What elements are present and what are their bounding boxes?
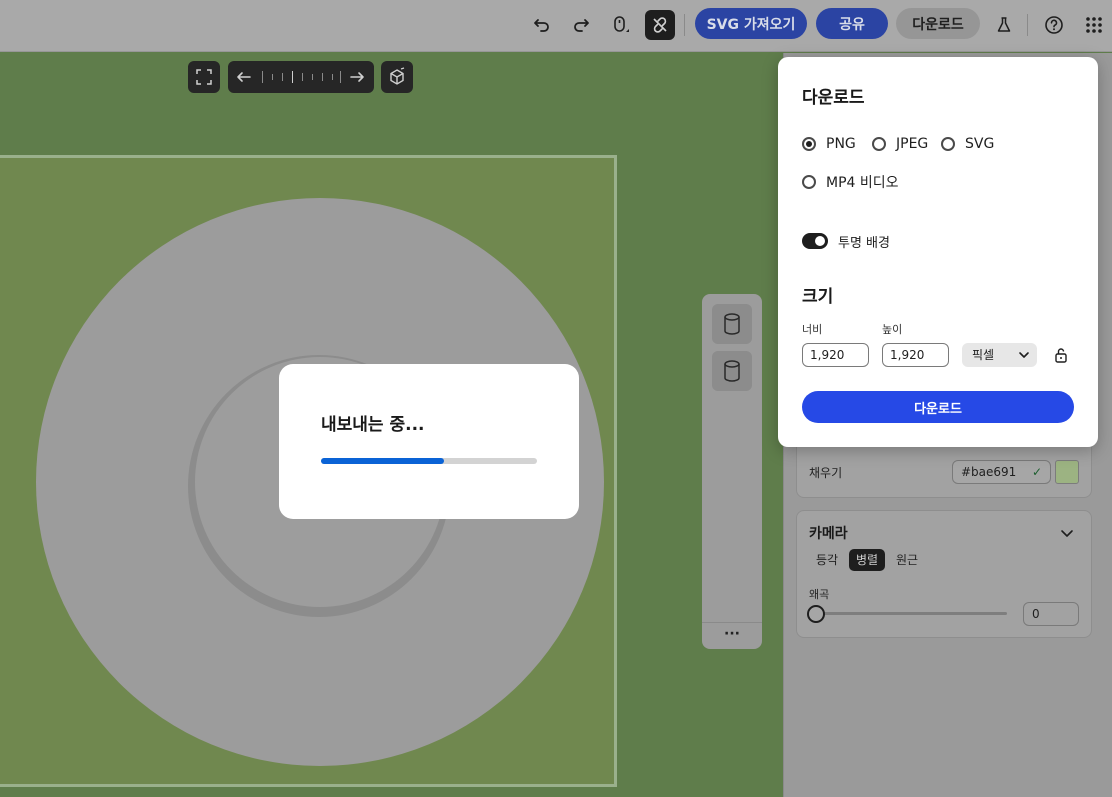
height-input[interactable]: 1,920 — [882, 343, 949, 367]
mouse-icon[interactable] — [605, 10, 635, 40]
unit-select[interactable]: 픽셀 — [962, 343, 1037, 367]
export-title: 내보내는 중... — [321, 415, 425, 435]
export-progress-bar — [321, 458, 537, 464]
import-svg-button[interactable]: SVG 가져오기 — [695, 8, 807, 39]
download-popover-title: 다운로드 — [802, 88, 865, 108]
apps-grid-icon[interactable] — [1079, 10, 1109, 40]
arrow-right-icon[interactable] — [348, 68, 366, 86]
size-title: 크기 — [802, 287, 834, 307]
help-icon[interactable] — [1039, 10, 1069, 40]
top-toolbar: SVG 가져오기 공유 다운로드 — [0, 0, 1112, 52]
radio-icon[interactable] — [802, 175, 816, 189]
radio-icon[interactable] — [872, 137, 886, 151]
toolbar-divider — [684, 14, 685, 36]
format-option-mp4[interactable]: MP4 비디오 — [802, 172, 899, 192]
flask-icon[interactable] — [989, 10, 1019, 40]
distortion-label: 왜곡 — [809, 588, 830, 601]
distortion-slider-track[interactable] — [816, 612, 1007, 615]
unit-select-value: 픽셀 — [972, 348, 995, 362]
format-label: JPEG — [896, 136, 929, 152]
download-popover: 다운로드 PNG JPEG SVG MP4 비디오 투명 배경 크기 너비 높이… — [778, 57, 1098, 447]
shape-tools-panel: ··· — [702, 294, 762, 649]
transparent-background-label: 투명 배경 — [838, 236, 890, 251]
format-option-jpeg[interactable]: JPEG — [872, 136, 928, 152]
chevron-down-icon[interactable] — [1058, 524, 1076, 542]
undo-icon[interactable] — [527, 10, 557, 40]
camera-mode-parallel[interactable]: 병렬 — [849, 549, 886, 571]
more-tools-button[interactable]: ··· — [702, 622, 762, 648]
redo-icon[interactable] — [566, 10, 596, 40]
arrow-left-icon[interactable] — [235, 68, 253, 86]
format-option-png[interactable]: PNG — [802, 136, 856, 152]
fill-label: 채우기 — [809, 466, 843, 480]
format-label: MP4 비디오 — [826, 175, 899, 191]
format-option-svg[interactable]: SVG — [941, 136, 994, 152]
cube-view-icon[interactable] — [381, 61, 413, 93]
check-icon: ✓ — [1031, 465, 1042, 479]
camera-mode-isometric[interactable]: 등각 — [809, 549, 845, 571]
fill-hex-input[interactable]: #bae691 ✓ — [952, 460, 1051, 484]
rotation-dial[interactable] — [228, 61, 374, 93]
toolbar-divider — [1027, 14, 1028, 36]
radio-icon[interactable] — [802, 137, 816, 151]
export-progress-modal: 내보내는 중... — [279, 364, 579, 519]
cylinder-icon[interactable] — [712, 304, 752, 344]
download-submit-button[interactable]: 다운로드 — [802, 391, 1074, 423]
unlink-icon[interactable] — [645, 10, 675, 40]
cylinder-icon[interactable] — [712, 351, 752, 391]
camera-title: 카메라 — [809, 526, 848, 542]
distortion-slider-knob[interactable] — [807, 605, 825, 623]
width-input[interactable]: 1,920 — [802, 343, 869, 367]
height-label: 높이 — [882, 323, 903, 336]
fill-hex-value: #bae691 — [961, 465, 1017, 479]
chevron-down-icon — [1019, 352, 1029, 358]
fill-color-swatch[interactable] — [1055, 460, 1079, 484]
unlock-icon[interactable] — [1054, 347, 1068, 363]
camera-mode-perspective[interactable]: 원근 — [889, 549, 925, 571]
export-progress-fill — [321, 458, 445, 464]
transparent-background-toggle[interactable] — [802, 233, 828, 249]
fit-view-icon[interactable] — [188, 61, 220, 93]
download-button[interactable]: 다운로드 — [896, 8, 980, 39]
format-label: SVG — [965, 136, 995, 152]
width-label: 너비 — [802, 323, 823, 336]
radio-icon[interactable] — [941, 137, 955, 151]
distortion-input[interactable]: 0 — [1023, 602, 1079, 626]
share-button[interactable]: 공유 — [816, 8, 888, 39]
format-label: PNG — [826, 136, 856, 152]
